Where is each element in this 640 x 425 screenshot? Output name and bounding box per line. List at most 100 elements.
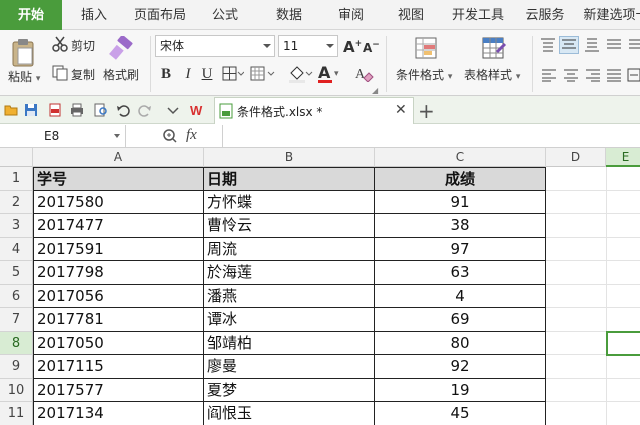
row-header[interactable]: 11 (0, 402, 33, 425)
row-header[interactable]: 10 (0, 378, 33, 402)
table-header-cell[interactable]: 学号 (33, 167, 204, 191)
align-center-icon[interactable] (563, 68, 579, 85)
document-tab[interactable]: 条件格式.xlsx * ✕ (214, 97, 414, 124)
formula-input[interactable] (222, 125, 640, 147)
paste-button[interactable]: 粘贴 ▾ (8, 68, 40, 85)
tab-new[interactable]: 新建选项卡 (580, 0, 640, 30)
grow-font-icon[interactable]: A+ (343, 38, 362, 56)
wrap-text-icon[interactable] (606, 38, 622, 55)
table-cell[interactable]: 2017591 (33, 237, 204, 261)
table-cell[interactable]: 曹怜云 (204, 214, 375, 238)
table-cell[interactable]: 2017477 (33, 214, 204, 238)
row-header[interactable]: 3 (0, 214, 33, 238)
undo-icon[interactable] (116, 103, 130, 117)
table-cell[interactable]: 廖曼 (204, 355, 375, 379)
align-right-icon[interactable] (585, 68, 601, 85)
table-cell[interactable]: 2017134 (33, 402, 204, 425)
column-header[interactable]: B (204, 148, 375, 167)
row-header[interactable]: 4 (0, 237, 33, 261)
table-cell[interactable]: 2017781 (33, 308, 204, 332)
border-icon[interactable] (222, 66, 245, 85)
align-top-icon[interactable] (540, 38, 556, 55)
table-cell[interactable]: 於海莲 (204, 261, 375, 285)
table-cell[interactable]: 2017580 (33, 190, 204, 214)
tab-developer[interactable]: 开发工具 (446, 0, 510, 30)
bold-button[interactable]: B (157, 64, 175, 84)
table-header-cell[interactable]: 日期 (204, 167, 375, 191)
merge-center-icon[interactable] (627, 68, 640, 85)
table-cell[interactable]: 69 (375, 308, 546, 332)
tab-cloud[interactable]: 云服务 (520, 0, 570, 30)
redo-icon[interactable] (138, 103, 152, 117)
font-color-dropdown-icon[interactable]: ▾ (334, 69, 339, 79)
table-cell[interactable]: 潘燕 (204, 284, 375, 308)
fill-pattern-icon[interactable] (250, 66, 276, 85)
row-header[interactable]: 5 (0, 261, 33, 285)
print-icon[interactable] (70, 103, 84, 117)
column-header[interactable]: E (606, 148, 640, 167)
insert-function-button[interactable]: fx (186, 127, 197, 144)
open-folder-icon[interactable] (4, 103, 18, 117)
table-cell[interactable]: 91 (375, 190, 546, 214)
customize-toolbar-icon[interactable] (166, 103, 180, 117)
tab-formulas[interactable]: 公式 (202, 0, 248, 30)
paste-icon[interactable] (10, 38, 36, 71)
table-cell[interactable]: 19 (375, 378, 546, 402)
export-pdf-icon[interactable] (48, 103, 62, 117)
table-cell[interactable]: 97 (375, 237, 546, 261)
table-cell[interactable]: 2017115 (33, 355, 204, 379)
conditional-format-button[interactable]: 条件格式 ▾ (396, 66, 452, 83)
tab-home[interactable]: 开始 (0, 0, 62, 30)
tab-insert[interactable]: 插入 (70, 0, 118, 30)
tab-data[interactable]: 数据 (266, 0, 312, 30)
table-cell[interactable]: 45 (375, 402, 546, 425)
clear-format-icon[interactable]: A (354, 64, 378, 85)
font-color-icon[interactable]: A (318, 63, 332, 83)
tab-view[interactable]: 视图 (388, 0, 434, 30)
table-cell[interactable]: 邹靖柏 (204, 331, 375, 355)
print-preview-icon[interactable] (94, 103, 108, 117)
column-header[interactable]: A (33, 148, 204, 167)
close-tab-icon[interactable]: ✕ (395, 102, 407, 118)
table-cell[interactable]: 92 (375, 355, 546, 379)
table-cell[interactable]: 2017056 (33, 284, 204, 308)
table-header-cell[interactable]: 成绩 (375, 167, 546, 191)
table-cell[interactable]: 38 (375, 214, 546, 238)
row-header[interactable]: 8 (0, 331, 33, 355)
table-cell[interactable]: 阎恨玉 (204, 402, 375, 425)
align-left-icon[interactable] (541, 68, 557, 85)
table-cell[interactable]: 2017050 (33, 331, 204, 355)
column-header[interactable]: D (546, 148, 606, 167)
new-tab-icon[interactable]: + (418, 99, 435, 123)
table-cell[interactable]: 谭冰 (204, 308, 375, 332)
row-header[interactable]: 2 (0, 190, 33, 214)
fill-color-icon[interactable] (288, 65, 314, 86)
row-header[interactable]: 1 (0, 167, 33, 191)
save-icon[interactable] (24, 103, 38, 117)
tab-review[interactable]: 审阅 (328, 0, 374, 30)
table-cell[interactable]: 4 (375, 284, 546, 308)
active-cell-cursor[interactable] (606, 331, 640, 356)
row-header[interactable]: 7 (0, 308, 33, 332)
table-cell[interactable]: 2017577 (33, 378, 204, 402)
table-cell[interactable]: 周流 (204, 237, 375, 261)
shrink-font-icon[interactable]: A− (363, 40, 380, 55)
font-name-select[interactable]: 宋体 (155, 35, 275, 57)
zoom-search-icon[interactable] (162, 128, 178, 147)
row-header[interactable]: 9 (0, 355, 33, 379)
font-size-select[interactable]: 11 (278, 35, 338, 57)
align-middle-icon[interactable] (559, 36, 579, 54)
table-cell[interactable]: 63 (375, 261, 546, 285)
format-painter-button[interactable]: 格式刷 (103, 66, 139, 83)
row-header[interactable]: 6 (0, 284, 33, 308)
table-cell[interactable]: 2017798 (33, 261, 204, 285)
table-cell[interactable]: 80 (375, 331, 546, 355)
select-all-corner[interactable] (0, 148, 33, 167)
justify-icon[interactable] (606, 68, 622, 85)
column-header[interactable]: C (375, 148, 546, 167)
tab-page-layout[interactable]: 页面布局 (128, 0, 192, 30)
font-dialog-icon[interactable]: ◢ (372, 86, 378, 95)
table-style-button[interactable]: 表格样式 ▾ (464, 66, 520, 83)
cut-button[interactable]: 剪切 (71, 37, 95, 54)
copy-button[interactable]: 复制 (71, 66, 95, 83)
